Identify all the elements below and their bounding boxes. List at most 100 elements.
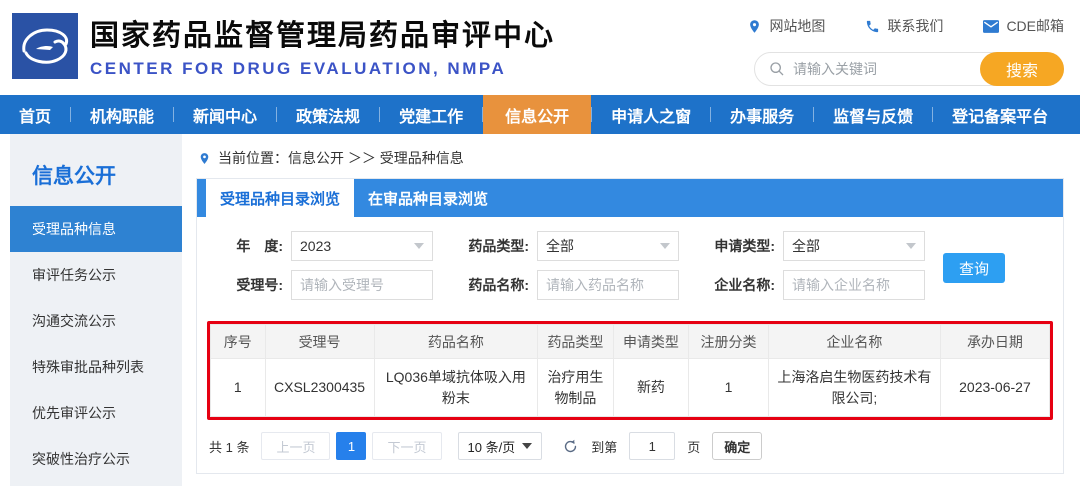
contact-link[interactable]: 联系我们 xyxy=(865,16,943,36)
drug-type-select[interactable]: 全部 xyxy=(537,231,679,261)
site-title: 国家药品监督管理局药品审评中心 xyxy=(90,20,556,52)
col-header-date: 承办日期 xyxy=(939,324,1051,359)
nav-item-supervision[interactable]: 监督与反馈 xyxy=(814,95,932,134)
apply-type-value: 全部 xyxy=(792,238,820,254)
company-label: 企业名称: xyxy=(714,277,775,293)
tab-accepted-catalog[interactable]: 受理品种目录浏览 xyxy=(206,179,354,217)
nav-item-home[interactable]: 首页 xyxy=(0,95,70,134)
goto-page-input[interactable] xyxy=(629,432,676,460)
total-count: 共 1 条 xyxy=(209,439,250,455)
sidebar-item-accepted-varieties[interactable]: 受理品种信息 xyxy=(10,206,182,252)
year-value: 2023 xyxy=(300,238,332,254)
nav-item-services[interactable]: 办事服务 xyxy=(711,95,813,134)
refresh-icon[interactable] xyxy=(562,438,579,455)
query-button[interactable]: 查询 xyxy=(943,253,1005,283)
table-row: 1 CXSL2300435 LQ036单域抗体吸入用粉末 治疗用生物制品 新药 … xyxy=(210,358,1051,417)
page-number-button[interactable]: 1 xyxy=(336,432,367,460)
search-button[interactable]: 搜索 xyxy=(980,52,1064,86)
filter-row-1: 年 度: 2023 药品类型: 全部 申请类型: 全部 xyxy=(209,231,1063,261)
breadcrumb: 当前位置：信息公开 ＞＞ 受理品种信息 xyxy=(196,134,1064,178)
highlight-red-box: 序号 受理号 药品名称 药品类型 申请类型 注册分类 企业名称 承办日期 1 C… xyxy=(207,321,1053,420)
search-bar: 搜索 xyxy=(754,52,1064,86)
col-header-seq: 序号 xyxy=(210,324,266,359)
breadcrumb-text: 当前位置：信息公开 ＞＞ 受理品种信息 xyxy=(218,150,464,166)
nav-item-registration[interactable]: 登记备案平台 xyxy=(933,95,1067,134)
page-size-value: 10 条/页 xyxy=(467,439,516,455)
search-input[interactable] xyxy=(793,61,980,77)
nav-item-news[interactable]: 新闻中心 xyxy=(174,95,276,134)
sidebar-title: 信息公开 xyxy=(32,165,116,188)
cde-logo-icon xyxy=(12,13,78,79)
goto-label: 到第 xyxy=(591,439,618,455)
site-subtitle: CENTER FOR DRUG EVALUATION, NMPA xyxy=(90,59,507,78)
cell-apply-type: 新药 xyxy=(612,358,690,417)
col-header-reg-class: 注册分类 xyxy=(688,324,769,359)
main-nav: 首页 机构职能 新闻中心 政策法规 党建工作 信息公开 申请人之窗 办事服务 监… xyxy=(0,95,1080,134)
page-body: 信息公开 受理品种信息 审评任务公示 沟通交流公示 特殊审批品种列表 优先审评公… xyxy=(0,134,1080,486)
sidebar-item-review-tasks[interactable]: 审评任务公示 xyxy=(10,252,182,298)
year-label: 年 度: xyxy=(236,238,283,254)
pagination: 共 1 条 上一页 1 下一页 10 条/页 到第 页 确定 xyxy=(197,420,1063,460)
nav-item-policy[interactable]: 政策法规 xyxy=(277,95,379,134)
filter-form: 年 度: 2023 药品类型: 全部 申请类型: 全部 受理号: 请输入受理号 … xyxy=(197,217,1063,319)
col-header-drug-name: 药品名称 xyxy=(373,324,539,359)
col-header-accept-no: 受理号 xyxy=(264,324,375,359)
site-header: 国家药品监督管理局药品审评中心 CENTER FOR DRUG EVALUATI… xyxy=(0,0,1080,95)
filter-row-2: 受理号: 药品名称: 企业名称: xyxy=(209,270,1063,300)
location-pin-icon xyxy=(200,152,209,164)
company-input[interactable] xyxy=(783,270,925,300)
sidebar-item-communication[interactable]: 沟通交流公示 xyxy=(10,298,182,344)
tab-under-review-catalog[interactable]: 在审品种目录浏览 xyxy=(354,179,502,217)
nav-item-party[interactable]: 党建工作 xyxy=(380,95,482,134)
main-content: 当前位置：信息公开 ＞＞ 受理品种信息 受理品种目录浏览 在审品种目录浏览 年 … xyxy=(196,134,1064,486)
drug-type-label: 药品类型: xyxy=(468,238,529,254)
sidebar-item-priority-review[interactable]: 优先审评公示 xyxy=(10,390,182,436)
mail-icon xyxy=(983,19,1000,33)
results-table: 序号 受理号 药品名称 药品类型 申请类型 注册分类 企业名称 承办日期 1 C… xyxy=(210,324,1051,417)
drug-name-label: 药品名称: xyxy=(468,277,529,293)
cell-drug-name: LQ036单域抗体吸入用粉末 xyxy=(373,358,539,417)
brand-block: 国家药品监督管理局药品审评中心 CENTER FOR DRUG EVALUATI… xyxy=(90,12,555,79)
phone-icon xyxy=(867,20,879,32)
cell-date: 2023-06-27 xyxy=(939,358,1051,417)
nav-item-applicant[interactable]: 申请人之窗 xyxy=(592,95,710,134)
nav-item-info-disclosure[interactable]: 信息公开 xyxy=(483,95,592,134)
nav-padding xyxy=(1067,95,1080,134)
table-header-row: 序号 受理号 药品名称 药品类型 申请类型 注册分类 企业名称 承办日期 xyxy=(210,324,1051,359)
top-links: 网站地图 联系我们 CDE邮箱 xyxy=(747,16,1064,36)
search-icon xyxy=(770,62,784,76)
content-panel: 受理品种目录浏览 在审品种目录浏览 年 度: 2023 药品类型: 全部 申请类… xyxy=(196,178,1064,474)
nav-item-functions[interactable]: 机构职能 xyxy=(71,95,173,134)
drug-type-value: 全部 xyxy=(546,238,574,254)
sidebar: 信息公开 受理品种信息 审评任务公示 沟通交流公示 特殊审批品种列表 优先审评公… xyxy=(10,134,182,486)
chevron-down-icon xyxy=(414,243,424,249)
next-page-button[interactable]: 下一页 xyxy=(372,432,442,460)
col-header-company: 企业名称 xyxy=(767,324,941,359)
drug-name-input[interactable] xyxy=(537,270,679,300)
cell-drug-type: 治疗用生物制品 xyxy=(537,358,614,417)
goto-unit: 页 xyxy=(687,439,701,455)
prev-page-button[interactable]: 上一页 xyxy=(261,432,331,460)
chevron-down-icon xyxy=(522,443,533,449)
page-size-select[interactable]: 10 条/页 xyxy=(457,432,543,460)
chevron-down-icon xyxy=(660,243,670,249)
apply-type-label: 申请类型: xyxy=(714,238,775,254)
year-select[interactable]: 2023 xyxy=(291,231,433,261)
mailbox-label: CDE邮箱 xyxy=(1006,18,1064,34)
cell-accept-no: CXSL2300435 xyxy=(264,358,375,417)
confirm-button[interactable]: 确定 xyxy=(712,432,763,460)
sitemap-link[interactable]: 网站地图 xyxy=(747,16,825,36)
contact-label: 联系我们 xyxy=(887,18,944,34)
sidebar-item-special-approval[interactable]: 特殊审批品种列表 xyxy=(10,344,182,390)
sitemap-label: 网站地图 xyxy=(769,18,826,34)
sidebar-item-breakthrough-therapy[interactable]: 突破性治疗公示 xyxy=(10,436,182,482)
mailbox-link[interactable]: CDE邮箱 xyxy=(983,16,1064,36)
accept-no-input[interactable] xyxy=(291,270,433,300)
cell-company: 上海洛启生物医药技术有限公司; xyxy=(767,358,941,417)
cell-seq: 1 xyxy=(210,358,266,417)
sidebar-item-three-in-one[interactable]: 三合一序列公示 xyxy=(10,482,182,486)
cell-reg-class: 1 xyxy=(688,358,769,417)
apply-type-select[interactable]: 全部 xyxy=(783,231,925,261)
map-pin-icon xyxy=(750,19,760,33)
col-header-apply-type: 申请类型 xyxy=(612,324,690,359)
